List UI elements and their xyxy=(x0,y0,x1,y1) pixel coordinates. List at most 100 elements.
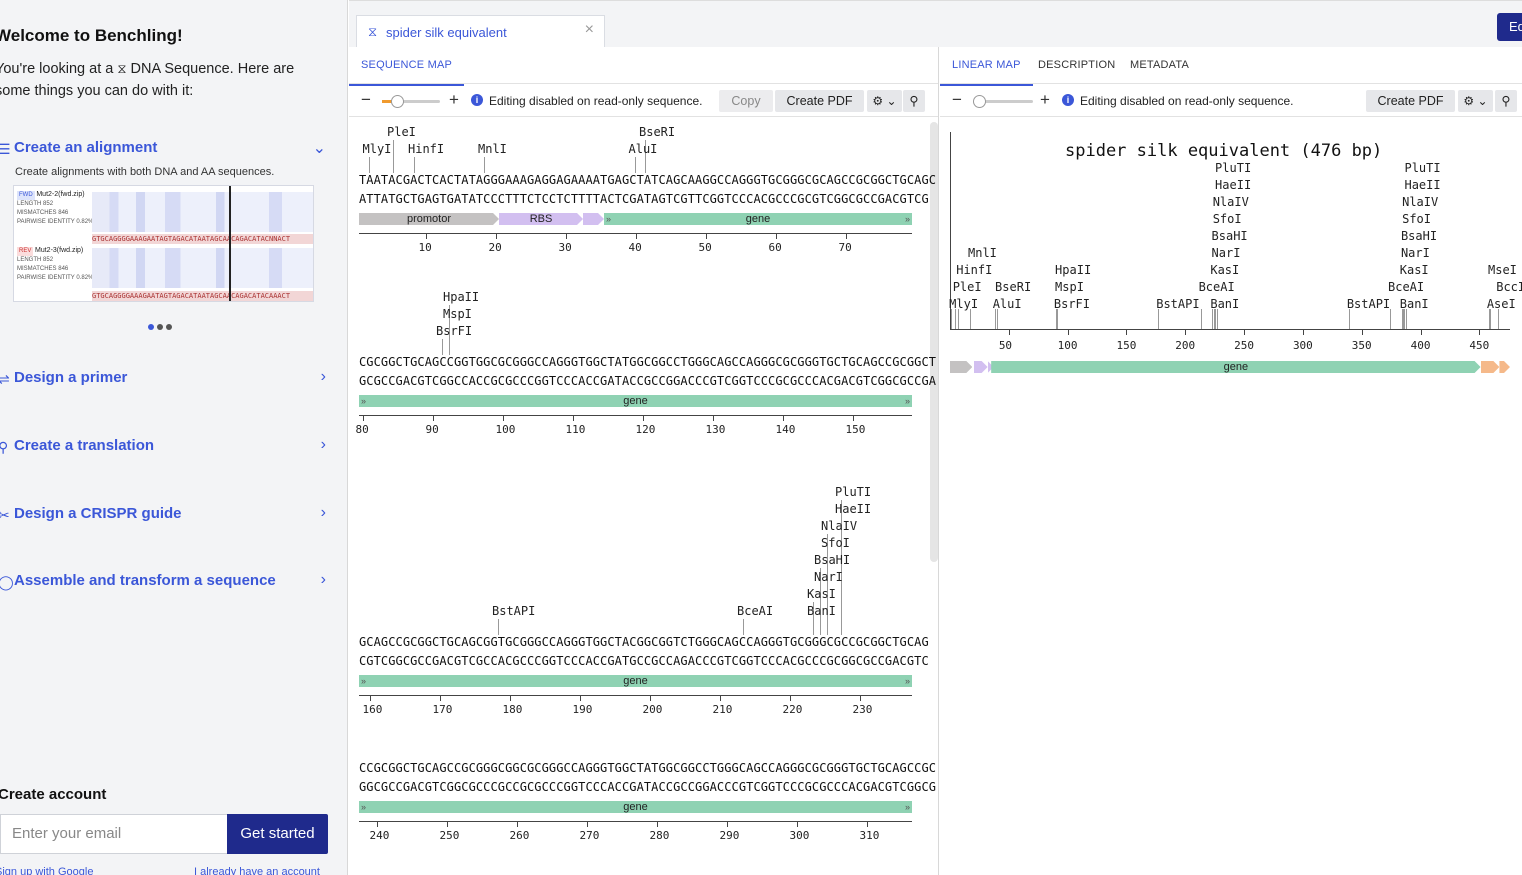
zoom-slider-handle[interactable] xyxy=(973,95,986,108)
carousel-dot[interactable] xyxy=(157,324,163,330)
enzyme-label[interactable]: BsrFI xyxy=(436,324,472,338)
enzyme-label[interactable]: HinfI xyxy=(408,142,444,156)
search-button[interactable]: ⚲ xyxy=(1495,90,1517,112)
edit-button[interactable]: Ed xyxy=(1497,13,1522,41)
carousel-dot[interactable] xyxy=(148,324,154,330)
copy-button[interactable]: Copy xyxy=(719,90,773,112)
signup-google-link[interactable]: Sign up with Google xyxy=(0,866,93,875)
feature-gene[interactable]: gene xyxy=(991,361,1480,373)
bottom-strand[interactable]: GGCGCCGACGTCGGCGCCCGCCGCGCCCGGTCCCACCGAT… xyxy=(359,780,936,794)
chevron-right-icon[interactable]: › xyxy=(321,504,326,522)
get-started-button[interactable]: Get started xyxy=(227,814,328,854)
workflow-create-alignment[interactable]: ☰ Create an alignment ⌄ xyxy=(0,137,340,161)
zoom-in-icon[interactable]: + xyxy=(449,90,459,110)
enzyme-label[interactable]: KasI xyxy=(807,587,836,601)
enzyme-label[interactable]: HinfI xyxy=(956,263,992,277)
enzyme-label[interactable]: BceAI xyxy=(1388,280,1424,294)
enzyme-label[interactable]: BstAPI xyxy=(492,604,535,618)
tab-spider-silk-equivalent[interactable]: ⧖ spider silk equivalent × xyxy=(356,15,605,48)
enzyme-label[interactable]: PluTI xyxy=(1215,161,1251,175)
chevron-right-icon[interactable]: › xyxy=(321,571,326,589)
feature-segment[interactable] xyxy=(974,361,988,373)
create-pdf-button[interactable]: Create PDF xyxy=(775,90,864,112)
top-strand[interactable]: CGCGGCTGCAGCCGGTGGCGCGGGCCAGGGTGGCTATGGC… xyxy=(359,355,936,369)
enzyme-label[interactable]: MlyI xyxy=(363,142,392,156)
already-have-account-link[interactable]: I already have an account xyxy=(194,866,320,875)
enzyme-label[interactable]: MlyI xyxy=(949,297,978,311)
enzyme-label[interactable]: MseI xyxy=(1488,263,1517,277)
workflow-create-translation[interactable]: ⚲ Create a translation › xyxy=(0,435,340,459)
enzyme-label[interactable]: PluTI xyxy=(1404,161,1440,175)
zoom-slider-handle[interactable] xyxy=(391,95,404,108)
enzyme-label[interactable]: BccI xyxy=(1496,280,1522,294)
enzyme-label[interactable]: BsaHI xyxy=(814,553,850,567)
search-button[interactable]: ⚲ xyxy=(903,90,925,112)
chevron-right-icon[interactable]: › xyxy=(321,436,326,454)
email-input[interactable]: Enter your email xyxy=(0,814,228,854)
enzyme-label[interactable]: NarI xyxy=(1401,246,1430,260)
enzyme-label[interactable]: BceAI xyxy=(737,604,773,618)
enzyme-label[interactable]: NarI xyxy=(1212,246,1241,260)
enzyme-label[interactable]: HaeII xyxy=(835,502,871,516)
bottom-strand[interactable]: GCGCCGACGTCGGCCACCGCGCCCGGTCCCACCGATACCG… xyxy=(359,374,936,388)
workflow-design-crispr[interactable]: ✂ Design a CRISPR guide › xyxy=(0,503,340,527)
enzyme-label[interactable]: PleI xyxy=(953,280,982,294)
enzyme-label[interactable]: PluTI xyxy=(835,485,871,499)
feature-promotor[interactable]: promotor xyxy=(359,213,499,225)
enzyme-label[interactable]: HpaII xyxy=(443,290,479,304)
carousel-dot[interactable] xyxy=(166,324,172,330)
feature-segment[interactable] xyxy=(1499,361,1510,373)
settings-dropdown[interactable]: ⚙ ⌄ xyxy=(867,90,902,112)
enzyme-label[interactable]: HpaII xyxy=(1055,263,1091,277)
settings-dropdown[interactable]: ⚙ ⌄ xyxy=(1458,90,1493,112)
enzyme-label[interactable]: AluI xyxy=(629,142,658,156)
feature-segment[interactable] xyxy=(950,361,972,373)
top-strand[interactable]: GCAGCCGCGGCTGCAGCGGTGCGGGCCAGGGTGGCTACGG… xyxy=(359,635,929,649)
enzyme-label[interactable]: BstAPI xyxy=(1347,297,1390,311)
enzyme-label[interactable]: BanI xyxy=(1210,297,1239,311)
feature-segment[interactable] xyxy=(1481,361,1500,373)
enzyme-label[interactable]: SfoI xyxy=(821,536,850,550)
chevron-right-icon[interactable]: › xyxy=(321,368,326,386)
top-strand[interactable]: TAATACGACTCACTATAGGGAAAGAGGAGAAAATGAGCTA… xyxy=(359,173,936,187)
enzyme-label[interactable]: AseI xyxy=(1487,297,1516,311)
tab-linear-map[interactable]: LINEAR MAP xyxy=(940,59,1033,86)
tab-description[interactable]: DESCRIPTION xyxy=(1038,59,1115,71)
feature-RBS[interactable]: RBS xyxy=(499,213,583,225)
tab-metadata[interactable]: METADATA xyxy=(1130,59,1189,71)
enzyme-label[interactable]: NlaIV xyxy=(821,519,857,533)
feature-mini[interactable] xyxy=(583,213,604,225)
enzyme-label[interactable]: HaeII xyxy=(1215,178,1251,192)
feature-gene[interactable]: » » gene xyxy=(359,395,912,407)
create-pdf-button[interactable]: Create PDF xyxy=(1366,90,1455,112)
enzyme-label[interactable]: MspI xyxy=(443,307,472,321)
enzyme-label[interactable]: KasI xyxy=(1400,263,1429,277)
feature-gene[interactable]: » » gene xyxy=(359,801,912,813)
tab-sequence-map[interactable]: SEQUENCE MAP xyxy=(348,59,465,86)
zoom-out-icon[interactable]: − xyxy=(361,90,371,110)
zoom-in-icon[interactable]: + xyxy=(1040,90,1050,110)
enzyme-label[interactable]: SfoI xyxy=(1213,212,1242,226)
enzyme-label[interactable]: BsaHI xyxy=(1401,229,1437,243)
enzyme-label[interactable]: MnlI xyxy=(478,142,507,156)
zoom-slider[interactable] xyxy=(973,95,1033,108)
close-icon[interactable]: × xyxy=(585,21,594,39)
bottom-strand[interactable]: CGTCGGCGCCGACGTCGCCACGCCCGGTCCCACCGATGCC… xyxy=(359,654,929,668)
enzyme-label[interactable]: NarI xyxy=(814,570,843,584)
enzyme-label[interactable]: BseRI xyxy=(639,125,675,139)
enzyme-label[interactable]: SfoI xyxy=(1402,212,1431,226)
enzyme-label[interactable]: MspI xyxy=(1055,280,1084,294)
bottom-strand[interactable]: ATTATGCTGAGTGATATCCCTTTCTCCTCTTTTACTCGAT… xyxy=(359,192,929,206)
enzyme-label[interactable]: PleI xyxy=(387,125,416,139)
enzyme-label[interactable]: BanI xyxy=(1400,297,1429,311)
enzyme-label[interactable]: BsaHI xyxy=(1212,229,1248,243)
top-strand[interactable]: CCGCGGCTGCAGCCGCGGGCGGCGCGGGCCAGGGTGGCTA… xyxy=(359,761,936,775)
workflow-design-primer[interactable]: ⇌ Design a primer › xyxy=(0,367,340,391)
enzyme-label[interactable]: BceAI xyxy=(1199,280,1235,294)
enzyme-label[interactable]: BstAPI xyxy=(1156,297,1199,311)
chevron-down-icon[interactable]: ⌄ xyxy=(313,138,326,158)
enzyme-label[interactable]: MnlI xyxy=(968,246,997,260)
enzyme-label[interactable]: NlaIV xyxy=(1402,195,1438,209)
enzyme-label[interactable]: BseRI xyxy=(995,280,1031,294)
enzyme-label[interactable]: BsrFI xyxy=(1054,297,1090,311)
